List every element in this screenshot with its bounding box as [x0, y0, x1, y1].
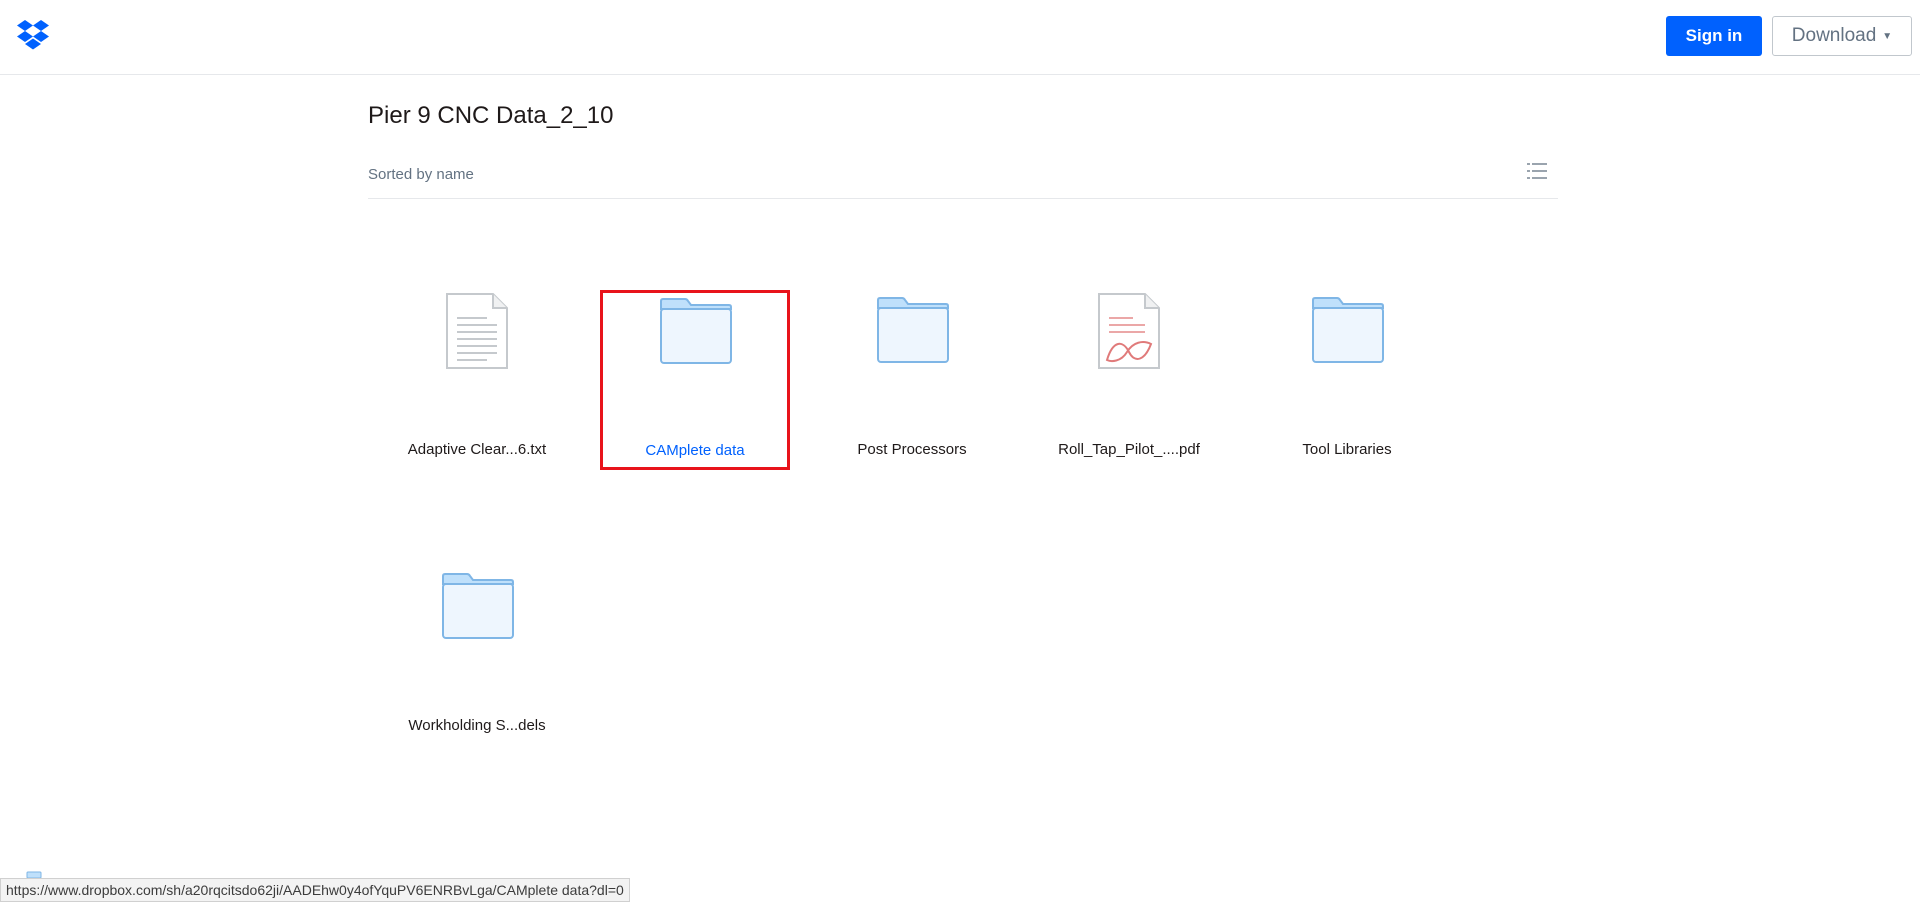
item-name: Post Processors [857, 441, 967, 458]
item-name: Tool Libraries [1302, 441, 1392, 458]
top-bar: Sign in Download ▼ [0, 0, 1920, 75]
folder-item-workholding[interactable]: Workholding S...dels [382, 565, 572, 745]
list-view-icon[interactable] [1526, 160, 1548, 182]
partial-icon [26, 871, 42, 878]
pdf-file-icon [1098, 293, 1160, 369]
file-item-adaptive-clear[interactable]: Adaptive Clear...6.txt [382, 289, 572, 469]
item-name: Roll_Tap_Pilot_....pdf [1058, 441, 1200, 458]
file-item-roll-tap-pilot[interactable]: Roll_Tap_Pilot_....pdf [1034, 289, 1224, 469]
status-bar-url: https://www.dropbox.com/sh/a20rqcitsdo62… [0, 878, 630, 902]
dropbox-logo-icon[interactable] [16, 18, 50, 52]
download-button-label: Download [1791, 25, 1877, 46]
item-name: Workholding S...dels [408, 717, 546, 734]
folder-item-post-processors[interactable]: Post Processors [817, 289, 1007, 469]
page-title: Pier 9 CNC Data_2_10 [368, 102, 614, 129]
folder-icon [660, 298, 732, 364]
text-file-icon [446, 293, 508, 369]
folder-icon [877, 297, 949, 363]
sort-bar: Sorted by name [368, 158, 1558, 199]
item-name: CAMplete data [645, 442, 745, 459]
folder-item-tool-libraries[interactable]: Tool Libraries [1252, 289, 1442, 469]
caret-down-icon: ▼ [1882, 30, 1893, 42]
folder-icon [1312, 297, 1384, 363]
item-name: Adaptive Clear...6.txt [407, 441, 547, 458]
download-button[interactable]: Download ▼ [1772, 16, 1912, 56]
sort-label[interactable]: Sorted by name [368, 166, 474, 183]
sign-in-button[interactable]: Sign in [1666, 16, 1762, 56]
folder-item-camplete-data[interactable]: CAMplete data [600, 290, 790, 470]
folder-icon [442, 573, 514, 639]
